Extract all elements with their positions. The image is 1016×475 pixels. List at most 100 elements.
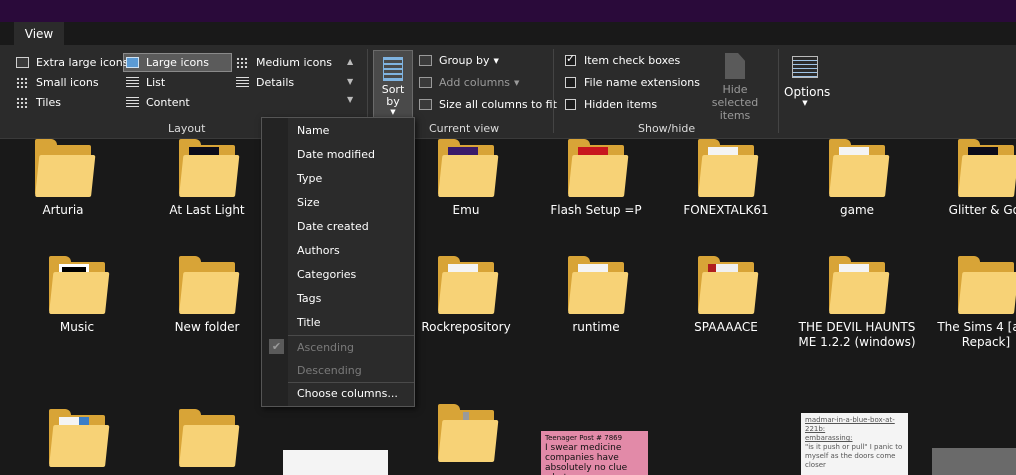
folder-item[interactable]: SPAAAACE xyxy=(665,256,787,335)
show-hide-group-label: Show/hide xyxy=(638,122,696,135)
group-by-icon xyxy=(419,55,432,66)
folder-item[interactable]: Flash Setup =P xyxy=(535,139,657,218)
extra-large-icons-icon xyxy=(16,57,29,68)
folder-item[interactable] xyxy=(16,409,138,467)
image-thumbnail[interactable] xyxy=(932,448,1016,475)
layout-tiles[interactable]: Tiles xyxy=(16,96,61,109)
layout-scroll-up-icon[interactable]: ▲ xyxy=(347,57,353,66)
small-icons-icon xyxy=(16,77,29,88)
item-check-boxes-checkbox[interactable] xyxy=(565,52,576,66)
image-thumbnail[interactable]: Teenager Post # 7869 I swear medicine co… xyxy=(541,431,648,475)
sort-by-icon xyxy=(383,57,403,81)
size-columns-icon xyxy=(419,99,432,110)
folder-icon xyxy=(829,139,890,197)
add-columns-icon xyxy=(419,77,432,88)
folder-item[interactable]: Arturia xyxy=(2,139,124,218)
layout-details[interactable]: Details xyxy=(236,76,294,89)
sort-menu-item-tags[interactable]: Tags xyxy=(297,292,321,305)
content-icon xyxy=(126,97,139,108)
hidden-items-toggle[interactable]: Hidden items xyxy=(565,98,657,111)
sort-menu-choose-columns[interactable]: Choose columns... xyxy=(297,387,398,400)
folder-icon xyxy=(438,139,499,197)
folder-item[interactable] xyxy=(146,409,268,467)
large-icons-icon xyxy=(126,57,139,68)
sort-by-label: Sort by xyxy=(381,83,405,108)
folder-item[interactable]: Glitter & Gol xyxy=(925,139,1016,218)
file-name-extensions-toggle[interactable]: File name extensions xyxy=(565,76,700,89)
group-divider xyxy=(553,49,554,133)
folder-item[interactable] xyxy=(405,404,527,462)
layout-large-icons[interactable]: Large icons xyxy=(126,56,209,69)
image-thumbnail[interactable]: madmar-in-a-blue-box-at-221b: embarassin… xyxy=(801,413,908,475)
menu-gutter xyxy=(262,118,288,406)
options-icon xyxy=(792,56,818,78)
folder-icon xyxy=(179,256,240,314)
layout-list[interactable]: List xyxy=(126,76,165,89)
file-name-extensions-checkbox[interactable] xyxy=(565,77,576,88)
group-by-button[interactable]: Group by ▼ xyxy=(419,54,499,67)
sort-menu-item-authors[interactable]: Authors xyxy=(297,244,340,257)
folder-item[interactable]: runtime xyxy=(535,256,657,335)
folder-icon xyxy=(179,139,240,197)
sort-menu-item-title[interactable]: Title xyxy=(297,316,321,329)
sort-menu-item-name[interactable]: Name xyxy=(297,124,329,137)
sort-by-menu: Name Date modified Type Size Date create… xyxy=(261,117,415,407)
layout-content[interactable]: Content xyxy=(126,96,190,109)
folder-item[interactable]: Music xyxy=(16,256,138,335)
folder-icon xyxy=(568,256,629,314)
folder-icon xyxy=(958,256,1016,314)
sort-by-chevron-icon: ▼ xyxy=(390,108,396,116)
menu-separator xyxy=(288,382,414,383)
add-columns-chevron-icon: ▼ xyxy=(514,78,520,87)
sort-by-button[interactable]: Sort by ▼ xyxy=(373,50,413,120)
sort-menu-item-date-created[interactable]: Date created xyxy=(297,220,369,233)
folder-item[interactable]: At Last Light xyxy=(146,139,268,218)
layout-expand-icon[interactable]: ▼ xyxy=(347,95,353,104)
hide-selected-items-button[interactable]: Hide selected items xyxy=(699,53,771,122)
folder-item[interactable]: Emu xyxy=(405,139,527,218)
add-columns-button[interactable]: Add columns ▼ xyxy=(419,76,519,89)
size-all-columns-button[interactable]: Size all columns to fit xyxy=(419,98,557,111)
item-check-boxes-toggle[interactable]: Item check boxes xyxy=(565,52,680,67)
sort-menu-descending[interactable]: Descending xyxy=(297,364,362,377)
folder-item[interactable]: game xyxy=(796,139,918,218)
layout-small-icons[interactable]: Small icons xyxy=(16,76,99,89)
folder-icon xyxy=(698,139,759,197)
folder-item[interactable]: FONEXTALK61 xyxy=(665,139,787,218)
ribbon-tab-row xyxy=(0,22,1016,44)
current-view-group-label: Current view xyxy=(429,122,500,135)
folder-icon xyxy=(698,256,759,314)
folder-icon xyxy=(49,409,110,467)
folder-item[interactable]: Rockrepository xyxy=(405,256,527,335)
folder-icon xyxy=(35,139,96,197)
layout-extra-large-icons[interactable]: Extra large icons xyxy=(16,56,128,69)
hide-selected-icon xyxy=(725,53,745,79)
layout-medium-icons[interactable]: Medium icons xyxy=(236,56,332,69)
sort-menu-item-size[interactable]: Size xyxy=(297,196,320,209)
folder-icon xyxy=(568,139,629,197)
layout-group-label: Layout xyxy=(168,122,206,135)
image-thumbnail[interactable] xyxy=(283,450,388,475)
menu-separator xyxy=(288,335,414,336)
options-button[interactable]: Options ▼ xyxy=(784,53,830,107)
sort-menu-item-date-modified[interactable]: Date modified xyxy=(297,148,375,161)
folder-icon xyxy=(438,256,499,314)
tab-view[interactable]: View xyxy=(14,22,64,45)
folder-item[interactable]: THE DEVIL HAUNTS ME 1.2.2 (windows) xyxy=(796,256,918,350)
zip-folder-icon xyxy=(438,404,499,462)
sort-menu-item-type[interactable]: Type xyxy=(297,172,322,185)
tiles-icon xyxy=(16,97,29,108)
folder-item[interactable]: New folder xyxy=(146,256,268,335)
medium-icons-icon xyxy=(236,57,249,68)
folder-icon xyxy=(958,139,1016,197)
list-icon xyxy=(126,77,139,88)
folder-icon xyxy=(49,256,110,314)
folder-item[interactable]: The Sims 4 [ana Repack] xyxy=(925,256,1016,350)
group-by-chevron-icon: ▼ xyxy=(493,56,499,65)
hidden-items-checkbox[interactable] xyxy=(565,99,576,110)
layout-scroll-down-icon[interactable]: ▼ xyxy=(347,77,353,86)
sort-menu-ascending[interactable]: Ascending xyxy=(297,341,354,354)
group-divider xyxy=(778,49,779,133)
title-bar xyxy=(0,0,1016,22)
sort-menu-item-categories[interactable]: Categories xyxy=(297,268,356,281)
